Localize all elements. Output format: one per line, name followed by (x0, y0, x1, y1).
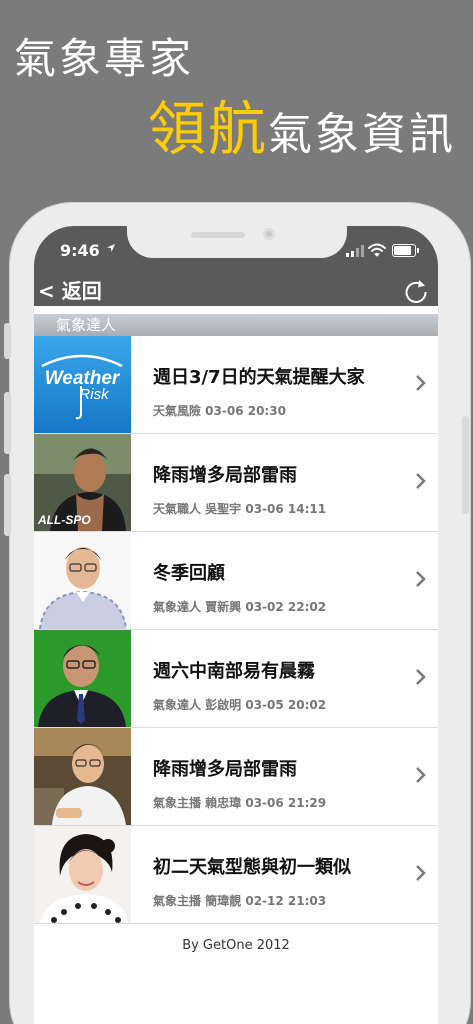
battery-icon (392, 244, 419, 257)
list-item[interactable]: 冬季回顧 氣象達人 賈新興 03-02 22:02 (34, 532, 438, 630)
item-meta: 天氣風險 03-06 20:30 (153, 404, 286, 418)
chevron-right-icon (414, 568, 428, 590)
phone-screen: 9:46 < 返回 氣象達人 Weather Risk 週日3/7日的天氣提醒大… (34, 226, 438, 1024)
volume-down-button (4, 474, 11, 536)
list-item[interactable]: Weather Risk 週日3/7日的天氣提醒大家 天氣風險 03-06 20… (34, 336, 438, 434)
list-item[interactable]: 週六中南部易有晨霧 氣象達人 彭啟明 03-05 20:02 (34, 630, 438, 728)
list-item[interactable]: ALL-SPO 降雨增多局部雷雨 天氣職人 吳聖宇 03-06 14:11 (34, 434, 438, 532)
item-meta: 天氣職人 吳聖宇 03-06 14:11 (153, 502, 327, 516)
promo-accent-text: 領航 (148, 95, 269, 163)
item-meta: 氣象達人 彭啟明 03-05 20:02 (153, 698, 327, 712)
item-title: 降雨增多局部雷雨 (153, 759, 297, 780)
chevron-right-icon (414, 372, 428, 394)
chevron-right-icon (414, 470, 428, 492)
chevron-right-icon (414, 764, 428, 786)
chevron-right-icon (414, 862, 428, 884)
item-title: 週六中南部易有晨霧 (153, 661, 315, 682)
item-title: 初二天氣型態與初一類似 (153, 857, 351, 878)
wifi-icon (368, 242, 386, 261)
nav-bar: < 返回 (34, 276, 438, 306)
weather-risk-logo: Weather Risk (34, 336, 131, 433)
runner-portrait: ALL-SPO (34, 434, 131, 531)
refresh-icon[interactable] (402, 277, 430, 305)
suit-man-portrait (34, 630, 131, 727)
item-meta: 氣象主播 簡瑋靚 02-12 21:03 (153, 894, 327, 908)
list-item[interactable]: 初二天氣型態與初一類似 氣象主播 簡瑋靚 02-12 21:03 (34, 826, 438, 924)
item-title: 冬季回顧 (153, 563, 225, 584)
status-time: 9:46 (60, 241, 100, 260)
item-title: 降雨增多局部雷雨 (153, 465, 297, 486)
svg-text:ALL-SPO: ALL-SPO (37, 513, 91, 527)
svg-text:Risk: Risk (79, 386, 110, 403)
item-meta: 氣象達人 賈新興 03-02 22:02 (153, 600, 327, 614)
app-store-screenshot: 氣象專家 領航氣象資訊 9:46 < 返回 氣象達人 Weather Risk … (0, 0, 473, 1024)
promo-headline: 氣象專家 (14, 34, 195, 83)
article-list: Weather Risk 週日3/7日的天氣提醒大家 天氣風險 03-06 20… (34, 336, 438, 924)
status-bar: 9:46 (34, 226, 438, 276)
woman-portrait (34, 826, 131, 923)
item-meta: 氣象主播 賴忠瑋 03-06 21:29 (153, 796, 327, 810)
section-spacer (34, 306, 438, 314)
section-header: 氣象達人 (34, 314, 438, 336)
phone-notch (127, 226, 347, 258)
cellular-signal-icon (346, 245, 364, 257)
location-arrow-icon (106, 243, 116, 256)
power-button (462, 416, 469, 514)
young-man-portrait (34, 728, 131, 825)
volume-up-button (4, 392, 11, 454)
glasses-man-portrait (34, 532, 131, 629)
promo-rest-text: 氣象資訊 (268, 109, 457, 160)
item-title: 週日3/7日的天氣提醒大家 (153, 367, 365, 388)
footer-credit: By GetOne 2012 (182, 938, 290, 953)
back-button[interactable]: < 返回 (38, 276, 102, 306)
chevron-right-icon (414, 666, 428, 688)
speaker-grille (191, 232, 245, 238)
front-camera (263, 228, 275, 240)
promo-subheadline: 領航氣象資訊 (148, 100, 456, 158)
list-item[interactable]: 降雨增多局部雷雨 氣象主播 賴忠瑋 03-06 21:29 (34, 728, 438, 826)
mute-switch (4, 323, 11, 359)
